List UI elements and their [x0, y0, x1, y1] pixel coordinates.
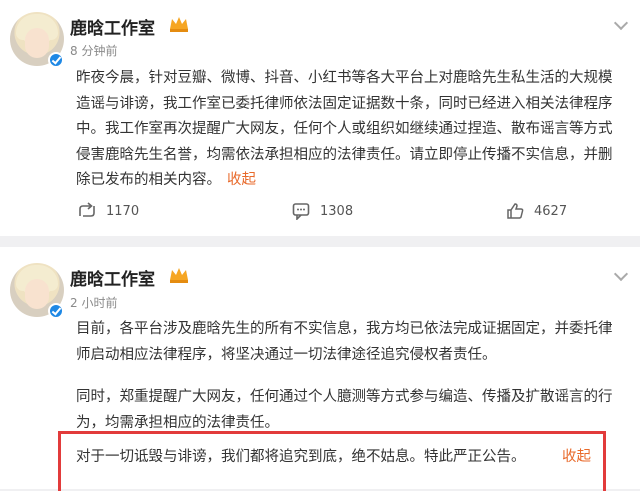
collapse-link[interactable]: 收起: [562, 445, 591, 466]
post-time: 2 小时前: [70, 296, 118, 310]
chevron-down-icon[interactable]: [613, 15, 629, 31]
repost-button[interactable]: 1170: [78, 202, 139, 220]
post-paragraph-2: 同时，郑重提醒广大网友，任何通过个人臆测等方式参与编造、传播及扩散谣言的行为，均…: [76, 389, 613, 431]
post-text: 昨夜今晨，针对豆瓣、微博、抖音、小红书等各大平台上对鹿晗先生私生活的大规模造谣与…: [76, 70, 613, 188]
weibo-post-2: 鹿晗工作室 2 小时前 目前，各平台涉及鹿晗先生的所有不实信息，我方均已依法完成…: [0, 247, 640, 491]
crown-badge-icon: [170, 17, 188, 32]
highlight-text: 对于一切诋毁与诽谤，我们都将追究到底，绝不姑息。特此严正公告。: [76, 449, 526, 465]
post-time: 8 分钟前: [70, 44, 118, 58]
like-icon: [507, 203, 524, 219]
like-button[interactable]: 4627: [506, 202, 567, 220]
action-bar: 1170 1308 4627: [0, 202, 640, 226]
verified-icon: [48, 303, 64, 319]
like-count: 4627: [534, 203, 568, 219]
verified-icon: [48, 52, 64, 68]
post-paragraph-1: 目前，各平台涉及鹿晗先生的所有不实信息，我方均已依法完成证据固定，并委托律师启动…: [76, 321, 613, 363]
author-name[interactable]: 鹿晗工作室: [70, 14, 155, 39]
post-body: 昨夜今晨，针对豆瓣、微博、抖音、小红书等各大平台上对鹿晗先生私生活的大规模造谣与…: [76, 66, 624, 194]
weibo-post-1: 鹿晗工作室 8 分钟前 昨夜今晨，针对豆瓣、微博、抖音、小红书等各大平台上对鹿晗…: [0, 0, 640, 236]
chevron-down-icon[interactable]: [613, 266, 629, 282]
comment-icon: [292, 203, 310, 220]
author-name[interactable]: 鹿晗工作室: [70, 265, 155, 290]
collapse-link[interactable]: 收起: [227, 172, 256, 188]
repost-icon: [79, 202, 95, 217]
comment-button[interactable]: 1308: [292, 202, 353, 220]
comment-count: 1308: [320, 203, 354, 219]
repost-count: 1170: [106, 203, 140, 219]
crown-badge-icon: [170, 268, 188, 283]
